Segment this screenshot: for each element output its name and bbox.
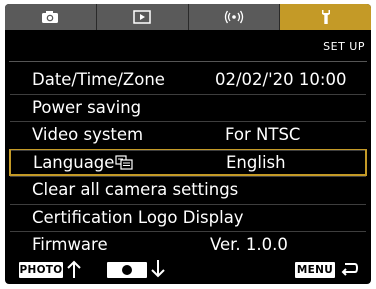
menu-item-value: For NTSC (225, 125, 301, 145)
menu-item-date-time-zone[interactable]: Date/Time/Zone 02/02/'20 10:00 (9, 66, 367, 94)
menu-item-value: 02/02/'20 10:00 (215, 70, 347, 90)
record-dot (122, 265, 132, 275)
button-guide-bar: PHOTO MENU (5, 256, 371, 284)
menu-item-label: Video system (32, 125, 144, 145)
menu-item-label: Clear all camera settings (32, 180, 239, 200)
menu-item-clear-all-settings[interactable]: Clear all camera settings (9, 176, 367, 204)
up-arrow-icon (67, 260, 81, 278)
back-arrow-icon (341, 263, 359, 276)
menu-item-power-saving[interactable]: Power saving (9, 93, 367, 122)
menu-item-language[interactable]: Language English (9, 148, 367, 176)
menu-item-video-system[interactable]: Video system For NTSC (9, 121, 367, 149)
tab-wireless[interactable] (188, 4, 281, 30)
menu-item-label: Power saving (32, 97, 142, 117)
wireless-icon (224, 10, 244, 24)
tab-setup[interactable] (280, 4, 371, 30)
menu-item-label: Certification Logo Display (32, 207, 244, 227)
camera-icon (42, 11, 59, 23)
menu-item-value: Ver. 1.0.0 (210, 235, 288, 255)
tab-header: SET UP (5, 30, 371, 60)
menu-item-value: English (226, 152, 286, 172)
menu-item-firmware[interactable]: Firmware Ver. 1.0.0 (9, 231, 367, 259)
menu-item-label-group: Language (33, 152, 134, 172)
menu-button-label: MENU (295, 262, 335, 278)
wrench-icon (321, 10, 330, 24)
playback-icon (133, 10, 151, 24)
menu-item-certification-logo[interactable]: Certification Logo Display (9, 203, 367, 232)
tab-shooting[interactable] (5, 4, 97, 30)
down-arrow-icon (151, 260, 165, 278)
menu-item-label: Language (33, 152, 115, 172)
tab-playback[interactable] (96, 4, 189, 30)
tab-title: SET UP (323, 40, 365, 53)
camera-menu-screen: SET UP Date/Time/Zone 02/02/'20 10:00 Po… (5, 4, 371, 284)
header-divider (9, 61, 367, 62)
menu-tab-bar (5, 4, 371, 30)
setup-menu-list: Date/Time/Zone 02/02/'20 10:00 Power sav… (9, 66, 367, 259)
photo-button-label: PHOTO (19, 262, 63, 278)
menu-item-label: Date/Time/Zone (32, 70, 165, 90)
language-icon (115, 155, 134, 170)
menu-item-label: Firmware (32, 235, 108, 255)
record-button-icon (107, 262, 147, 278)
